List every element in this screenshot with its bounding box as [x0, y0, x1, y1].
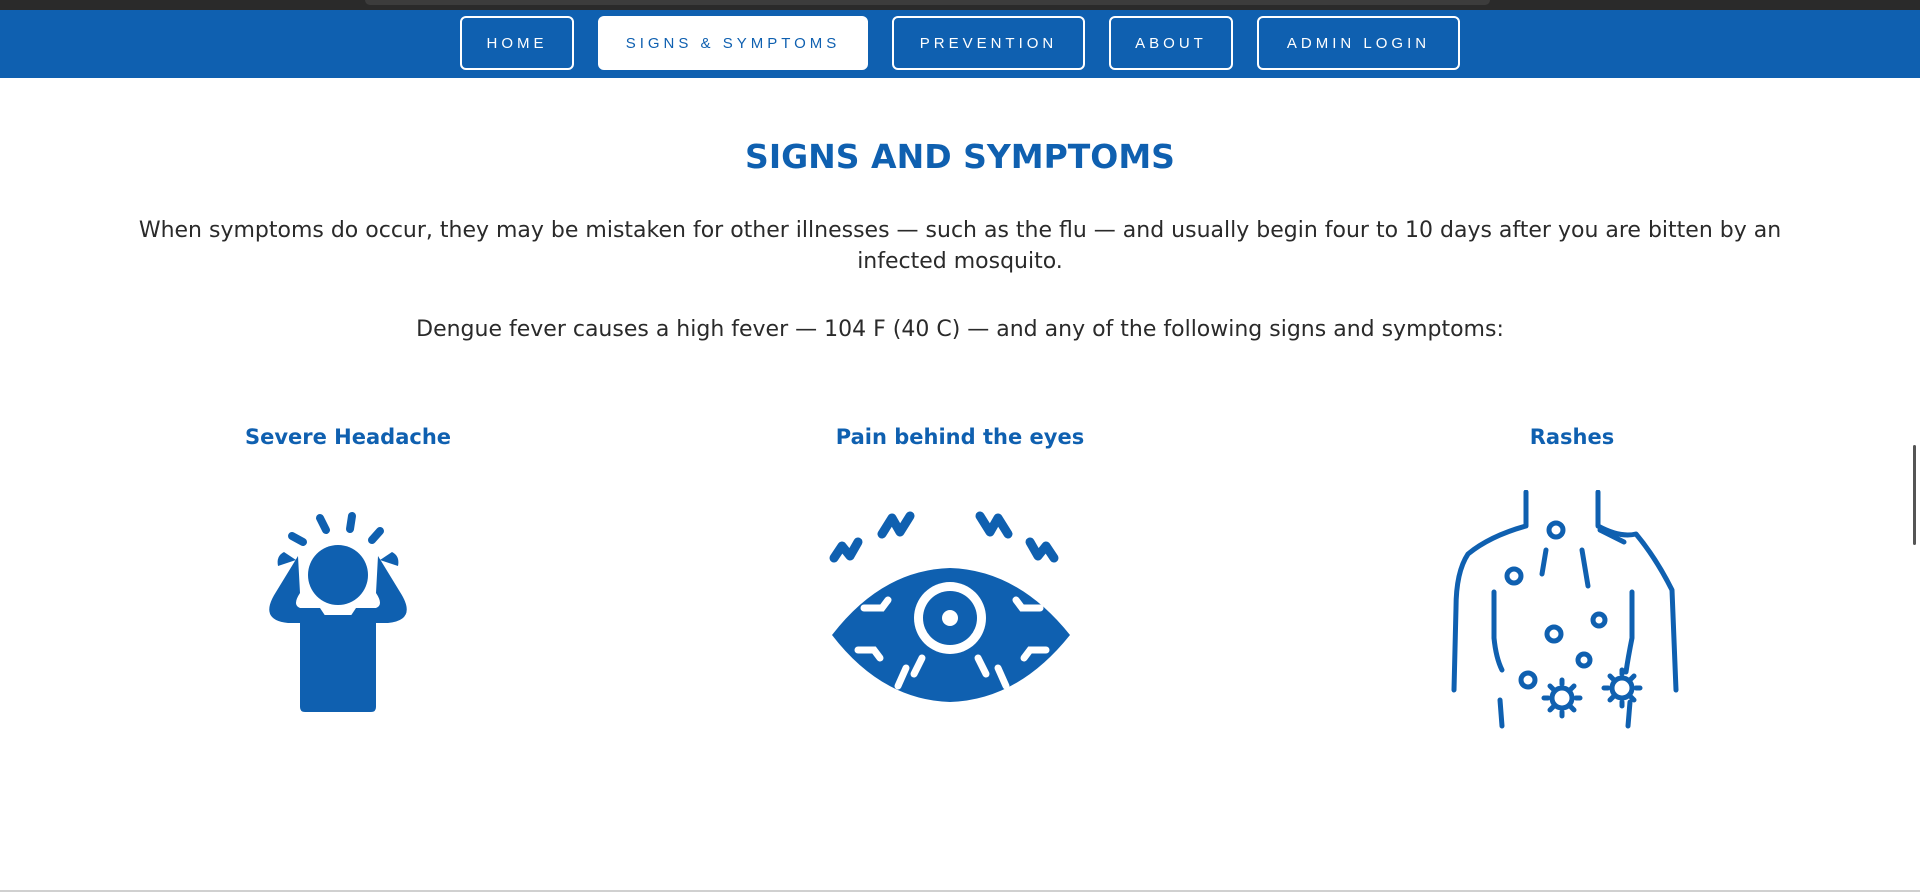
nav-signs-symptoms-button[interactable]: SIGNS & SYMPTOMS	[598, 16, 868, 70]
symptom-title-headache: Severe Headache	[244, 425, 452, 449]
nav-admin-login-button[interactable]: ADMIN LOGIN	[1257, 16, 1460, 70]
symptom-title-rashes: Rashes	[1529, 425, 1615, 449]
page-scrollbar-thumb[interactable]	[1913, 445, 1916, 545]
fever-paragraph: Dengue fever causes a high fever — 104 F…	[416, 317, 1504, 342]
top-navbar: HOME SIGNS & SYMPTOMS PREVENTION ABOUT A…	[0, 10, 1920, 78]
intro-paragraph: When symptoms do occur, they may be mist…	[138, 218, 1782, 274]
eye-pain-icon	[822, 490, 1082, 740]
nav-about-button[interactable]: ABOUT	[1109, 16, 1233, 70]
browser-tab-edge	[365, 0, 1490, 5]
page-title: SIGNS AND SYMPTOMS	[745, 137, 1175, 176]
headache-icon	[218, 490, 478, 740]
rash-icon	[1442, 489, 1702, 740]
browser-top-strip	[0, 0, 1920, 10]
nav-home-button[interactable]: HOME	[460, 16, 574, 70]
nav-prevention-button[interactable]: PREVENTION	[892, 16, 1085, 70]
symptom-title-eye-pain: Pain behind the eyes	[835, 425, 1085, 449]
